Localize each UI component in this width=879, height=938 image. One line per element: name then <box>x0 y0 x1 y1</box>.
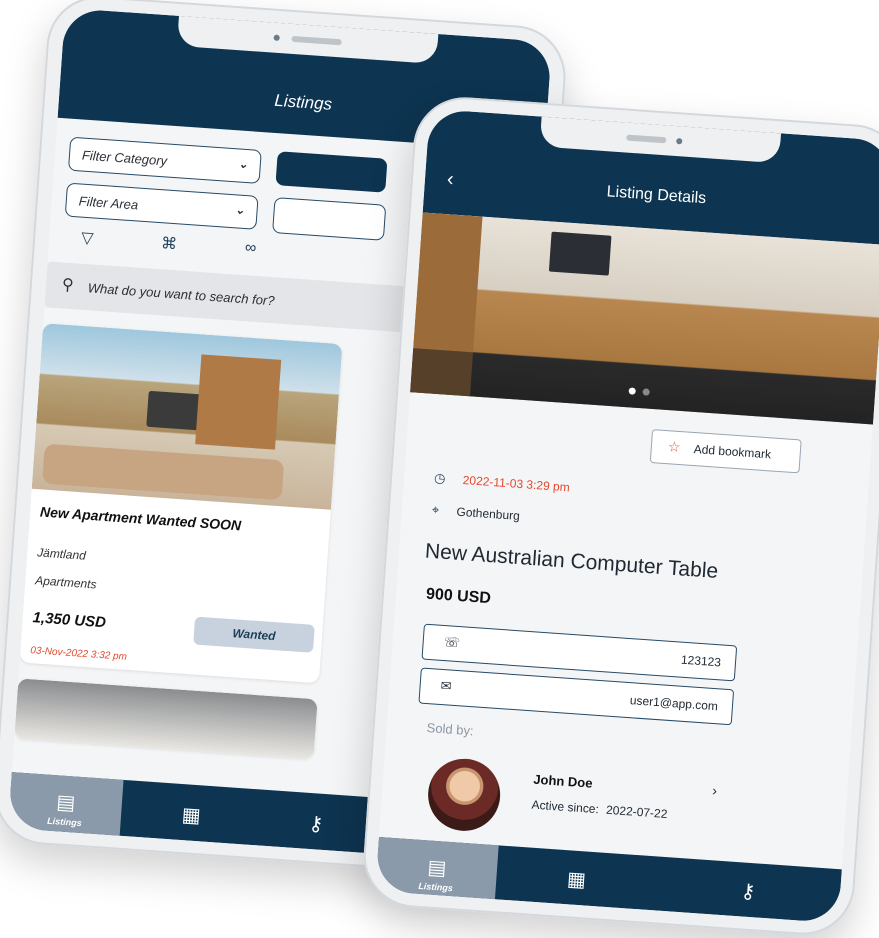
listing-date: 03-Nov-2022 3:32 pm <box>29 645 128 663</box>
speaker <box>291 35 342 46</box>
phone-icon: ☏ <box>443 634 461 651</box>
details-phone: ‹ Listing Details ☆ Add bookmark ◷ 2022-… <box>360 93 879 938</box>
active-since-label: Active since: <box>531 797 600 817</box>
listing-photo <box>31 323 343 510</box>
phone-number: 123123 <box>680 652 722 670</box>
avatar <box>425 756 503 834</box>
sold-by-label: Sold by: <box>426 720 475 739</box>
listing-date: 2022-11-03 3:29 pm <box>462 472 571 495</box>
key-icon: ⚷ <box>739 880 757 904</box>
tab-listings[interactable]: ▤ Listings <box>375 836 499 900</box>
listing-title: New Australian Computer Table <box>424 539 719 583</box>
listing-price: 900 USD <box>425 585 492 608</box>
mail-icon: ✉ <box>440 677 453 694</box>
location-pin-icon: ⌖ <box>431 501 440 518</box>
binoculars-icon[interactable]: ∞ <box>244 239 257 258</box>
newspaper-icon: ▦ <box>566 868 587 892</box>
listing-location: Gothenburg <box>456 504 521 524</box>
map-icon[interactable]: ⌘ <box>160 233 177 254</box>
speaker <box>626 134 667 144</box>
listing-photo <box>14 678 318 760</box>
listing-photo[interactable] <box>410 212 879 425</box>
listing-card[interactable] <box>14 678 318 760</box>
camera <box>676 138 683 145</box>
listing-area: Jämtland <box>36 545 87 563</box>
laptop-shape <box>548 231 612 276</box>
search-icon: ⚲ <box>61 276 75 295</box>
key-icon: ⚷ <box>307 812 324 836</box>
chevron-down-icon: ⌄ <box>234 204 245 217</box>
date-row: ◷ 2022-11-03 3:29 pm <box>434 470 571 495</box>
tab-news[interactable]: ▦ <box>495 845 658 910</box>
seller-name: John Doe <box>532 771 594 791</box>
newspaper-icon: ▦ <box>181 804 202 828</box>
page-title: Listing Details <box>606 183 707 208</box>
active-since-date: 2022-07-22 <box>605 802 668 822</box>
search-input[interactable]: What do you want to search for? <box>87 280 275 308</box>
shelf-shape <box>195 354 282 450</box>
star-icon: ☆ <box>667 438 682 456</box>
chevron-right-icon: › <box>711 782 718 799</box>
details-screen: ‹ Listing Details ☆ Add bookmark ◷ 2022-… <box>375 108 879 924</box>
location-row: ⌖ Gothenburg <box>431 502 520 524</box>
active-since-row: Active since: 2022-07-22 <box>531 798 668 821</box>
tab-account[interactable]: ⚷ <box>655 857 842 924</box>
tab-account[interactable]: ⚷ <box>259 790 373 854</box>
chevron-down-icon: ⌄ <box>238 158 249 172</box>
listing-price: 1,350 USD <box>32 609 107 632</box>
filter-area-select[interactable]: Filter Area ⌄ <box>64 182 259 230</box>
apply-filter-button[interactable] <box>275 151 388 193</box>
status-badge: Wanted <box>193 616 315 653</box>
camera <box>273 34 280 42</box>
filter-category-select[interactable]: Filter Category ⌄ <box>67 136 262 184</box>
sofa-shape <box>42 443 285 501</box>
clear-filter-button[interactable] <box>272 197 387 241</box>
tab-news[interactable]: ▦ <box>120 780 264 846</box>
filter-icon[interactable]: ▽ <box>81 228 95 249</box>
photo-overlay <box>410 348 877 425</box>
bookmark-label: Add bookmark <box>693 442 772 462</box>
filter-category-value: Filter Category <box>81 147 168 169</box>
listing-title: New Apartment Wanted SOON <box>39 503 242 534</box>
listing-card[interactable]: New Apartment Wanted SOON Jämtland Apart… <box>19 323 343 684</box>
listing-category: Apartments <box>34 573 97 592</box>
clock-icon: ◷ <box>433 469 447 486</box>
tab-listings[interactable]: ▤ Listings <box>7 772 124 836</box>
add-bookmark-button[interactable]: ☆ Add bookmark <box>649 429 802 474</box>
filter-area-value: Filter Area <box>78 193 139 213</box>
email-address: user1@app.com <box>629 693 719 714</box>
